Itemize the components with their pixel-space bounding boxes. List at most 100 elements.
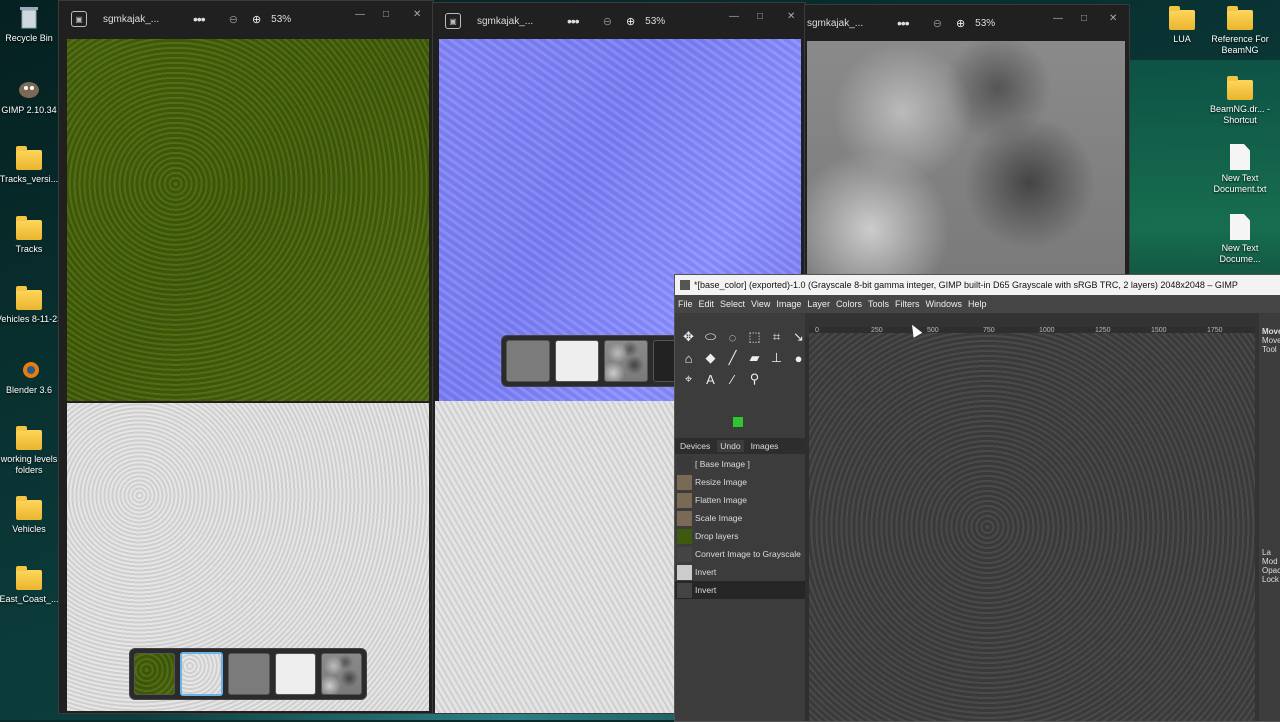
desktop-icon-label: Reference For BeamNG [1211,34,1269,55]
desktop-icon-label: Recycle Bin [5,33,53,43]
desktop-icon-tracks[interactable]: Tracks [0,216,64,255]
desktop-icon-reference-beamng[interactable]: Reference For BeamNG [1205,6,1275,56]
more-options-icon[interactable]: ••• [193,11,206,27]
thumbnail[interactable] [320,653,363,695]
photos-window-1[interactable]: ▣ sgmkajak_... ••• ⊖ ⊕ 53% — □ ✕ [58,0,434,714]
text-tool-icon[interactable]: A [700,369,721,389]
bucket-fill-icon[interactable]: ◆ [700,348,721,368]
maximize-button[interactable]: □ [757,11,763,22]
thumbnail[interactable] [506,340,550,382]
lasso-tool-icon[interactable]: ◌ [722,327,743,347]
zoom-out-icon[interactable]: ⊖ [603,15,612,28]
desktop-icon-recycle-bin[interactable]: Recycle Bin [0,4,64,44]
gimp-window[interactable]: *[base_color] (exported)-1.0 (Grayscale … [674,274,1280,722]
color-picker-icon[interactable]: ⁄ [722,369,743,389]
paths-tool-icon[interactable]: ⌖ [678,369,699,389]
photos-window-title: sgmkajak_... [103,13,160,25]
text-document-icon [1230,214,1250,240]
more-options-icon[interactable]: ••• [897,15,910,31]
history-label: Flatten Image [695,495,747,505]
zoom-in-icon[interactable]: ⊕ [956,17,965,30]
history-item[interactable]: Drop layers [675,527,805,545]
thumbnail[interactable] [134,653,176,695]
eraser-icon[interactable]: ▰ [744,348,765,368]
history-label: Drop layers [695,531,739,541]
crop-tool-icon[interactable]: ⌗ [766,327,787,347]
zoom-out-icon[interactable]: ⊖ [229,13,238,26]
desktop-icon-label: BeamNG.dr... - Shortcut [1209,104,1271,125]
menu-select[interactable]: Select [720,299,745,309]
menu-windows[interactable]: Windows [925,299,962,309]
menu-filters[interactable]: Filters [895,299,920,309]
thumbnail[interactable] [555,340,599,382]
menu-edit[interactable]: Edit [699,299,715,309]
desktop-icon-beamng-shortcut[interactable]: BeamNG.dr... - Shortcut [1205,76,1275,126]
menu-tools[interactable]: Tools [868,299,889,309]
photos-titlebar[interactable]: ▣ sgmkajak_... ••• ⊖ ⊕ 53% [59,1,433,37]
history-thumbnail [677,546,692,562]
history-item[interactable]: Flatten Image [675,491,805,509]
fuzzy-select-icon[interactable]: ⬚ [744,327,765,347]
desktop-icon-east-coast[interactable]: East_Coast_... [0,566,64,605]
history-item[interactable]: Resize Image [675,473,805,491]
maximize-button[interactable]: □ [383,9,389,20]
thumbnail[interactable] [274,653,316,695]
undo-history: [ Base Image ] Resize Image Flatten Imag… [675,455,805,599]
desktop-icon-vehicles-8-11-23[interactable]: Vehicles 8-11-23 [0,286,64,325]
maximize-button[interactable]: □ [1081,13,1087,24]
desktop-icon-label: New Text Document.txt [1213,173,1267,194]
desktop-icon-vehicles[interactable]: Vehicles [0,496,64,535]
photos-titlebar[interactable]: ▣ sgmkajak_... ••• ⊖ ⊕ 53% [433,3,805,39]
zoom-tool-icon[interactable]: ⚲ [744,369,765,389]
close-button[interactable]: ✕ [1109,13,1117,24]
zoom-in-icon[interactable]: ⊕ [252,13,261,26]
filmstrip[interactable] [129,648,367,700]
warp-tool-icon[interactable]: ⌂ [678,348,699,368]
desktop-icon-working-levels[interactable]: working levels folders [0,426,64,476]
desktop-icon-new-text-doc[interactable]: New Text Document.txt [1205,144,1275,195]
zoom-out-icon[interactable]: ⊖ [933,17,942,30]
close-button[interactable]: ✕ [787,11,795,22]
history-item-current[interactable]: Invert [675,581,805,599]
thumbnail-selected[interactable] [180,652,224,696]
gimp-titlebar[interactable]: *[base_color] (exported)-1.0 (Grayscale … [675,275,1280,295]
desktop-icon-tracks-versions[interactable]: Tracks_versi... [0,146,64,185]
zoom-in-icon[interactable]: ⊕ [626,15,635,28]
lock-label: Lock [1262,575,1279,584]
dock-tabs: Devices Undo Images [675,438,807,454]
close-button[interactable]: ✕ [413,9,421,20]
menu-file[interactable]: File [678,299,693,309]
minimize-button[interactable]: — [729,11,739,22]
menu-help[interactable]: Help [968,299,987,309]
photos-window-3[interactable]: sgmkajak_... ••• ⊖ ⊕ 53% — □ ✕ [804,4,1130,278]
ellipse-select-icon[interactable]: ⬭ [700,327,721,347]
clone-tool-icon[interactable]: ⊥ [766,348,787,368]
desktop-icon-new-text-doc-2[interactable]: New Text Docume... [1205,214,1275,265]
minimize-button[interactable]: — [1053,13,1063,24]
image-canvas[interactable] [809,333,1255,721]
move-tool-icon[interactable]: ✥ [678,327,699,347]
desktop-icon-label: Tracks_versi... [0,174,59,184]
tab-images[interactable]: Images [748,440,782,452]
desktop-icon-blender[interactable]: Blender 3.6 [0,356,64,396]
thumbnail[interactable] [604,340,648,382]
tab-undo[interactable]: Undo [717,440,744,452]
paintbrush-icon[interactable]: ╱ [722,348,743,368]
history-label: Convert Image to Grayscale [695,549,801,559]
foreground-color-swatch[interactable] [733,417,743,427]
menu-image[interactable]: Image [776,299,801,309]
history-item[interactable]: Scale Image [675,509,805,527]
thumbnail[interactable] [228,653,270,695]
history-item[interactable]: [ Base Image ] [675,455,805,473]
menu-view[interactable]: View [751,299,770,309]
history-label: Scale Image [695,513,743,523]
more-options-icon[interactable]: ••• [567,13,580,29]
desktop-icon-gimp[interactable]: GIMP 2.10.34 [0,76,64,116]
menu-colors[interactable]: Colors [836,299,862,309]
history-item[interactable]: Invert [675,563,805,581]
minimize-button[interactable]: — [355,9,365,20]
layers-tab[interactable]: La [1259,548,1280,557]
tab-devices[interactable]: Devices [677,440,713,452]
history-item[interactable]: Convert Image to Grayscale [675,545,805,563]
menu-layer[interactable]: Layer [807,299,830,309]
